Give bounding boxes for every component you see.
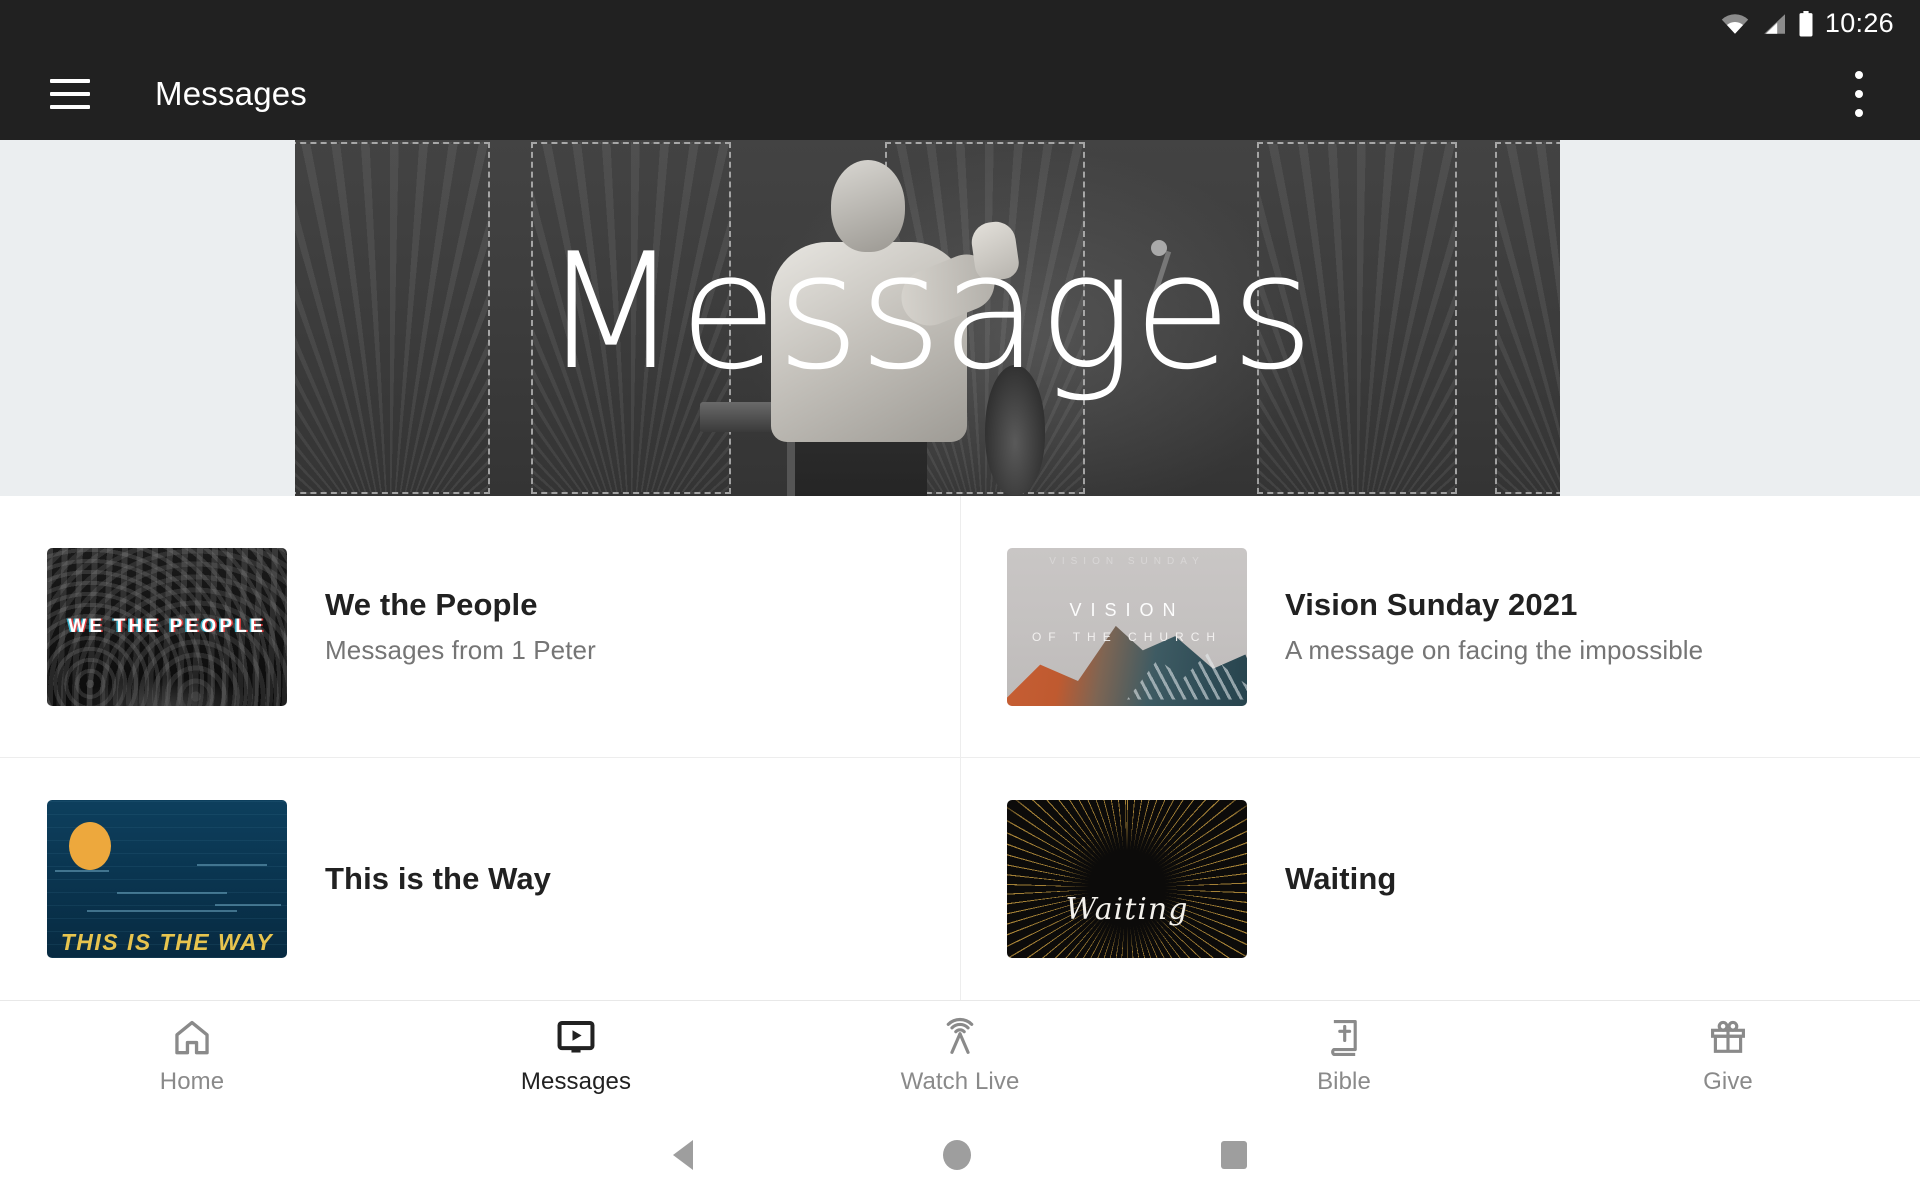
thumbnail-label: Waiting bbox=[1065, 891, 1189, 927]
we-the-people-thumbnail: WE THE PEOPLE bbox=[47, 547, 287, 706]
android-system-navigation bbox=[0, 1110, 1920, 1200]
thumbnail-label: WE THE PEOPLE bbox=[68, 615, 266, 637]
series-subtitle: Messages from 1 Peter bbox=[325, 634, 596, 665]
nav-item-watch-live[interactable]: Watch Live bbox=[768, 1001, 1152, 1110]
series-card-we-the-people[interactable]: WE THE PEOPLE We the People Messages fro… bbox=[0, 496, 960, 757]
nav-item-messages[interactable]: Messages bbox=[384, 1001, 768, 1110]
overflow-menu-icon[interactable] bbox=[1854, 71, 1864, 117]
thumbnail-label-top: VISION bbox=[1069, 599, 1185, 620]
series-subtitle: A message on facing the impossible bbox=[1285, 634, 1704, 665]
nav-label: Watch Live bbox=[900, 1067, 1020, 1095]
gift-icon bbox=[1707, 1016, 1749, 1060]
series-title: Waiting bbox=[1285, 861, 1397, 897]
home-icon bbox=[171, 1016, 213, 1060]
thumbnail-label-bottom: OF THE CHURCH bbox=[1031, 629, 1223, 644]
series-card-waiting[interactable]: Waiting Waiting bbox=[960, 758, 1920, 1000]
series-card-this-is-the-way[interactable]: THIS IS THE WAY This is the Way bbox=[0, 758, 960, 1000]
series-card-text: We the People Messages from 1 Peter bbox=[325, 587, 596, 666]
hero-image: Messages bbox=[295, 140, 1560, 496]
video-screen-icon bbox=[555, 1016, 597, 1060]
hamburger-menu-icon[interactable] bbox=[50, 79, 90, 109]
series-row: WE THE PEOPLE We the People Messages fro… bbox=[0, 496, 1920, 758]
battery-icon bbox=[1798, 11, 1814, 37]
status-bar-clock: 10:26 bbox=[1824, 7, 1894, 38]
series-card-text: Vision Sunday 2021 A message on facing t… bbox=[1285, 587, 1703, 666]
nav-item-home[interactable]: Home bbox=[0, 1001, 384, 1110]
back-triangle-icon[interactable] bbox=[673, 1140, 693, 1170]
wifi-icon bbox=[1720, 13, 1750, 35]
waiting-thumbnail: Waiting bbox=[1007, 800, 1247, 958]
vision-sunday-thumbnail: VISION SUNDAY VISION OF THE CHURCH bbox=[1007, 547, 1247, 706]
bible-book-icon bbox=[1323, 1016, 1365, 1060]
series-card-text: Waiting bbox=[1285, 861, 1396, 897]
app-bar: Messages bbox=[0, 48, 1920, 140]
series-title: Vision Sunday 2021 bbox=[1285, 587, 1578, 623]
status-bar: 10:26 bbox=[0, 0, 1920, 48]
recents-square-icon[interactable] bbox=[1221, 1141, 1247, 1169]
series-title: We the People bbox=[325, 587, 538, 623]
hero-banner[interactable]: Messages bbox=[0, 140, 1920, 496]
nav-label: Give bbox=[1703, 1067, 1753, 1095]
nav-label: Bible bbox=[1317, 1067, 1371, 1095]
nav-label: Messages bbox=[520, 1067, 632, 1095]
home-circle-icon[interactable] bbox=[943, 1140, 971, 1170]
series-row: THIS IS THE WAY This is the Way Waiting … bbox=[0, 758, 1920, 1000]
series-card-text: This is the Way bbox=[325, 861, 551, 897]
hero-title: Messages bbox=[541, 218, 1314, 405]
series-title: This is the Way bbox=[325, 861, 552, 897]
thumbnail-label-faint: VISION SUNDAY bbox=[1049, 555, 1205, 567]
series-card-vision-sunday-2021[interactable]: VISION SUNDAY VISION OF THE CHURCH Visio… bbox=[960, 496, 1920, 757]
this-is-the-way-thumbnail: THIS IS THE WAY bbox=[47, 800, 287, 958]
cellular-signal-icon bbox=[1761, 13, 1787, 35]
nav-item-bible[interactable]: Bible bbox=[1152, 1001, 1536, 1110]
nav-item-give[interactable]: Give bbox=[1536, 1001, 1920, 1110]
series-grid: WE THE PEOPLE We the People Messages fro… bbox=[0, 496, 1920, 1000]
thumbnail-label: THIS IS THE WAY bbox=[60, 929, 274, 955]
nav-label: Home bbox=[159, 1067, 225, 1095]
bottom-navigation-bar: Home Messages Watch Live Bible Give bbox=[0, 1000, 1920, 1110]
broadcast-icon bbox=[939, 1016, 981, 1060]
page-title: Messages bbox=[155, 75, 308, 112]
